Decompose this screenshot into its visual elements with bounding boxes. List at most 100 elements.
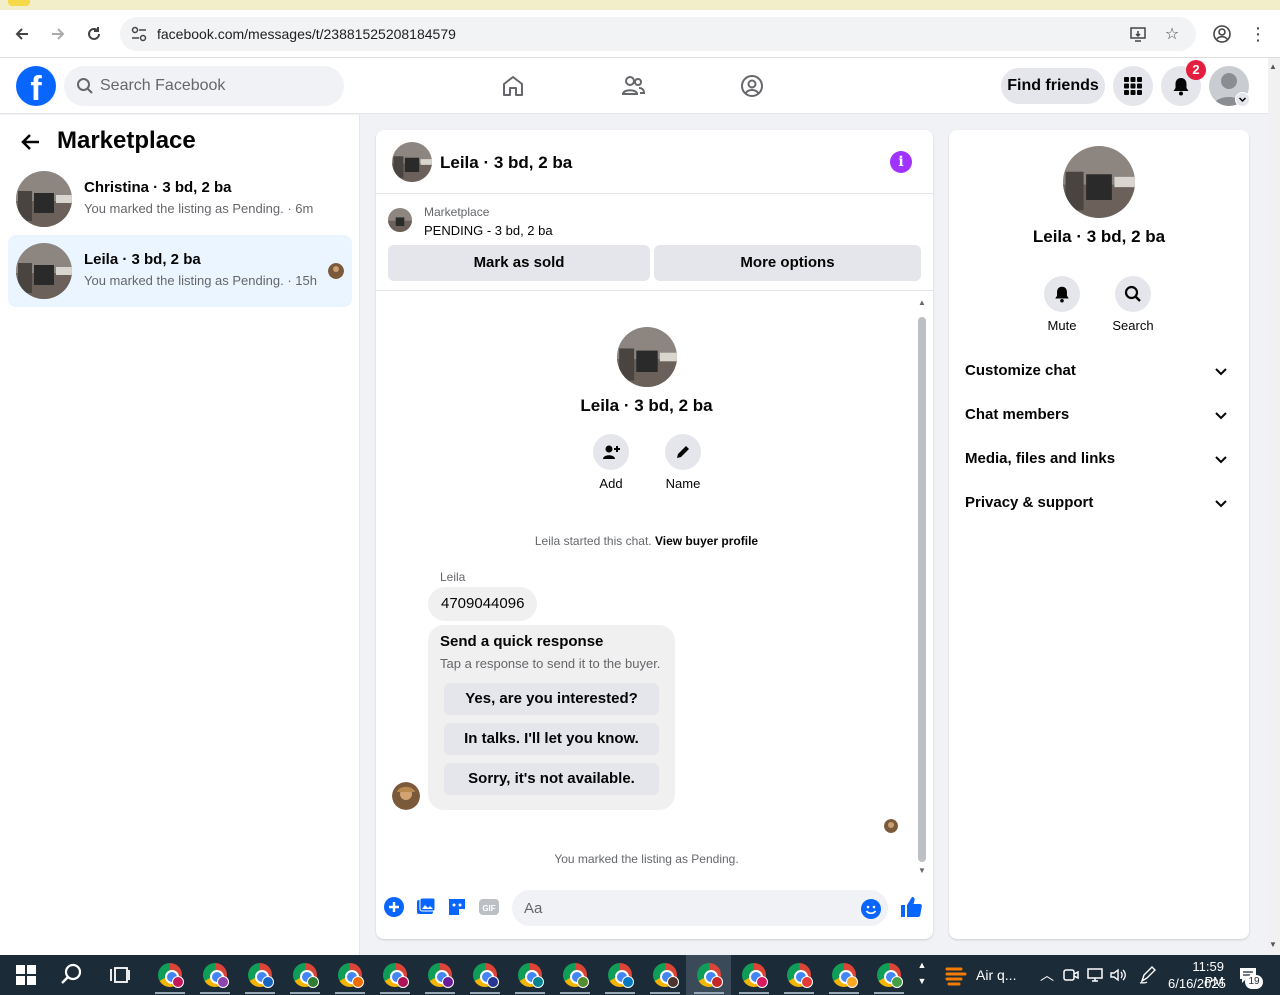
running-indicator [155,992,185,994]
chrome-window-icon[interactable] [832,963,858,988]
mute-action[interactable]: Mute [1027,276,1097,333]
search-action[interactable]: Search [1098,276,1168,333]
taskbar-overflow[interactable]: ▲ ▼ [916,957,928,993]
menu-grid-icon[interactable] [1113,66,1153,106]
facebook-search[interactable] [64,66,344,106]
chrome-window-icon[interactable] [428,963,454,988]
install-app-icon[interactable] [1128,24,1148,44]
chevron-down-icon [1215,412,1227,420]
more-options-button[interactable]: More options [654,245,921,281]
message-thread[interactable]: Leila · 3 bd, 2 ba Add Name Leila starte… [376,292,933,877]
facebook-header: f Find friends 2 [0,58,1268,114]
conversation-item[interactable]: Christina · 3 bd, 2 ba You marked the li… [8,163,352,235]
groups-icon[interactable] [736,70,768,102]
chat-title[interactable]: Leila · 3 bd, 2 ba [440,153,572,173]
quick-response-title: Send a quick response [440,633,604,650]
chrome-window-icon[interactable] [338,963,364,988]
scroll-down-icon[interactable]: ▼ [917,866,927,875]
page-scrollbar[interactable]: ▲ ▼ [1268,58,1280,955]
air-quality-icon[interactable] [944,963,968,987]
reload-icon[interactable] [82,22,106,46]
privacy-support-row[interactable]: Privacy & support [965,483,1233,523]
forward-icon[interactable] [46,22,70,46]
chrome-window-icon[interactable] [383,963,409,988]
windows-start-icon[interactable] [12,961,40,989]
site-settings-icon[interactable] [130,25,148,43]
facebook-logo-icon[interactable]: f [16,66,56,106]
chrome-window-icon[interactable] [293,963,319,988]
thumbs-up-icon[interactable] [899,895,923,919]
meet-icon[interactable] [1062,967,1080,983]
chat-avatar[interactable] [392,142,432,182]
sticker-icon[interactable] [446,896,468,918]
running-indicator [739,992,769,994]
chrome-window-icon[interactable] [653,963,679,988]
emoji-icon[interactable] [860,898,882,920]
running-indicator [650,992,680,994]
media-files-links-row[interactable]: Media, files and links [965,439,1233,479]
info-icon[interactable]: i [890,151,912,173]
network-icon[interactable] [1086,967,1104,983]
bookmark-star-icon[interactable]: ☆ [1162,24,1182,44]
plus-circle-icon[interactable] [383,896,405,918]
pen-icon[interactable] [1138,965,1158,985]
conversation-item-active[interactable]: Leila · 3 bd, 2 ba You marked the listin… [8,235,352,307]
back-arrow-icon[interactable] [20,131,44,155]
sender-name: Leila [440,570,466,584]
quick-response-option[interactable]: Yes, are you interested? [444,683,659,715]
active-tab[interactable] [8,0,30,6]
home-icon[interactable] [497,70,529,102]
weather-text[interactable]: Air q... [976,967,1016,983]
photo-icon[interactable] [415,896,437,918]
running-indicator [425,992,455,994]
account-chevron-icon[interactable] [1235,92,1250,107]
scroll-up-icon[interactable]: ▲ [1269,62,1277,71]
clock-date[interactable]: 6/16/2025 [1168,976,1226,991]
chat-panel: Leila · 3 bd, 2 ba i Marketplace PENDING… [376,130,933,939]
chrome-window-icon[interactable] [248,963,274,988]
search-input[interactable] [100,66,336,106]
running-indicator [605,992,635,994]
chrome-window-icon[interactable] [563,963,589,988]
customize-chat-row[interactable]: Customize chat [965,351,1233,391]
seen-avatar [328,263,344,279]
chat-members-row[interactable]: Chat members [965,395,1233,435]
quick-response-option[interactable]: Sorry, it's not available. [444,763,659,795]
friends-icon[interactable] [617,70,649,102]
chat-scrollbar[interactable]: ▲ ▼ [917,298,927,875]
read-receipt-avatar [884,819,898,833]
message-bubble[interactable]: 4709044096 [428,587,538,621]
chrome-window-icon[interactable] [608,963,634,988]
browser-menu-icon[interactable]: ⋮ [1246,22,1270,46]
add-action[interactable]: Add [581,434,641,491]
volume-icon[interactable] [1109,967,1127,983]
name-action[interactable]: Name [653,434,713,491]
task-view-icon[interactable] [106,961,134,989]
scroll-up-icon[interactable]: ▲ [917,298,927,307]
chrome-window-icon[interactable] [787,963,813,988]
quick-response-option[interactable]: In talks. I'll let you know. [444,723,659,755]
listing-status: PENDING - 3 bd, 2 ba [424,223,553,238]
url-text[interactable]: facebook.com/messages/t/2388152520818457… [157,26,456,42]
chrome-window-icon[interactable] [877,963,903,988]
message-input[interactable] [512,890,888,926]
scroll-down-icon[interactable]: ▼ [1269,940,1277,949]
gif-icon[interactable]: GIF [478,896,500,918]
search-icon[interactable] [58,961,86,989]
profile-icon[interactable] [1210,22,1234,46]
show-hidden-icons[interactable]: ︿ [1040,965,1054,985]
chrome-window-icon[interactable] [473,963,499,988]
chrome-window-icon[interactable] [742,963,768,988]
chrome-window-icon[interactable] [203,963,229,988]
back-icon[interactable] [10,22,34,46]
sender-avatar[interactable] [392,782,420,810]
view-buyer-profile-link[interactable]: View buyer profile [655,534,758,548]
address-bar[interactable]: facebook.com/messages/t/2388152520818457… [120,17,1196,51]
chat-scroll-thumb[interactable] [918,317,926,862]
mark-as-sold-button[interactable]: Mark as sold [388,245,650,281]
chrome-window-icon[interactable] [518,963,544,988]
chrome-window-icon[interactable] [158,963,184,988]
find-friends-button[interactable]: Find friends [1001,68,1105,104]
running-indicator [874,992,904,994]
chrome-window-icon-active[interactable] [697,963,723,988]
